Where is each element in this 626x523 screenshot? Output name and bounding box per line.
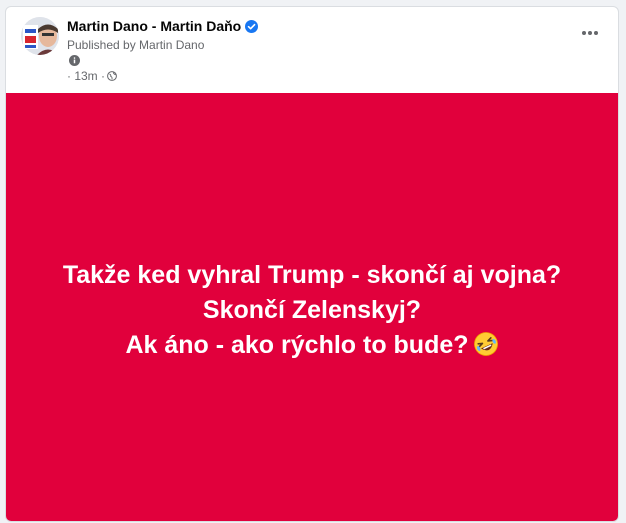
published-by: Published by Martin Dano	[67, 38, 204, 52]
post-text-background: Takže ked vyhral Trump - skončí aj vojna…	[6, 93, 618, 521]
globe-icon	[107, 71, 117, 81]
timestamp-row: · 13m ·	[67, 69, 117, 83]
page-name[interactable]: Martin Dano - Martin Daňo	[67, 18, 241, 34]
page-name-row: Martin Dano - Martin Daňo	[67, 18, 259, 34]
post-card: Martin Dano - Martin Daňo Published by M…	[5, 6, 619, 522]
more-options-icon	[582, 31, 598, 35]
verified-badge-icon	[245, 19, 259, 33]
avatar[interactable]	[21, 17, 59, 55]
info-icon[interactable]	[69, 55, 80, 66]
post-text-line-3-text: Ak áno - ako rýchlo to bude?	[125, 331, 469, 359]
post-header: Martin Dano - Martin Daňo Published by M…	[6, 7, 618, 93]
published-author[interactable]: Martin Dano	[139, 38, 204, 52]
published-prefix: Published by	[67, 38, 140, 52]
post-text-line-2: Skončí Zelenskyj?	[202, 296, 422, 324]
avatar-image	[21, 17, 59, 55]
post-text-line-3: Ak áno - ako rýchlo to bude?	[63, 328, 561, 363]
timestamp[interactable]: · 13m ·	[67, 69, 105, 83]
rolling-laughing-emoji-icon	[473, 332, 498, 356]
post-text: Takže ked vyhral Trump - skončí aj vojna…	[63, 258, 561, 363]
post-text-line-1: Takže ked vyhral Trump - skončí aj vojna…	[62, 261, 562, 289]
more-options-button[interactable]	[574, 21, 606, 45]
